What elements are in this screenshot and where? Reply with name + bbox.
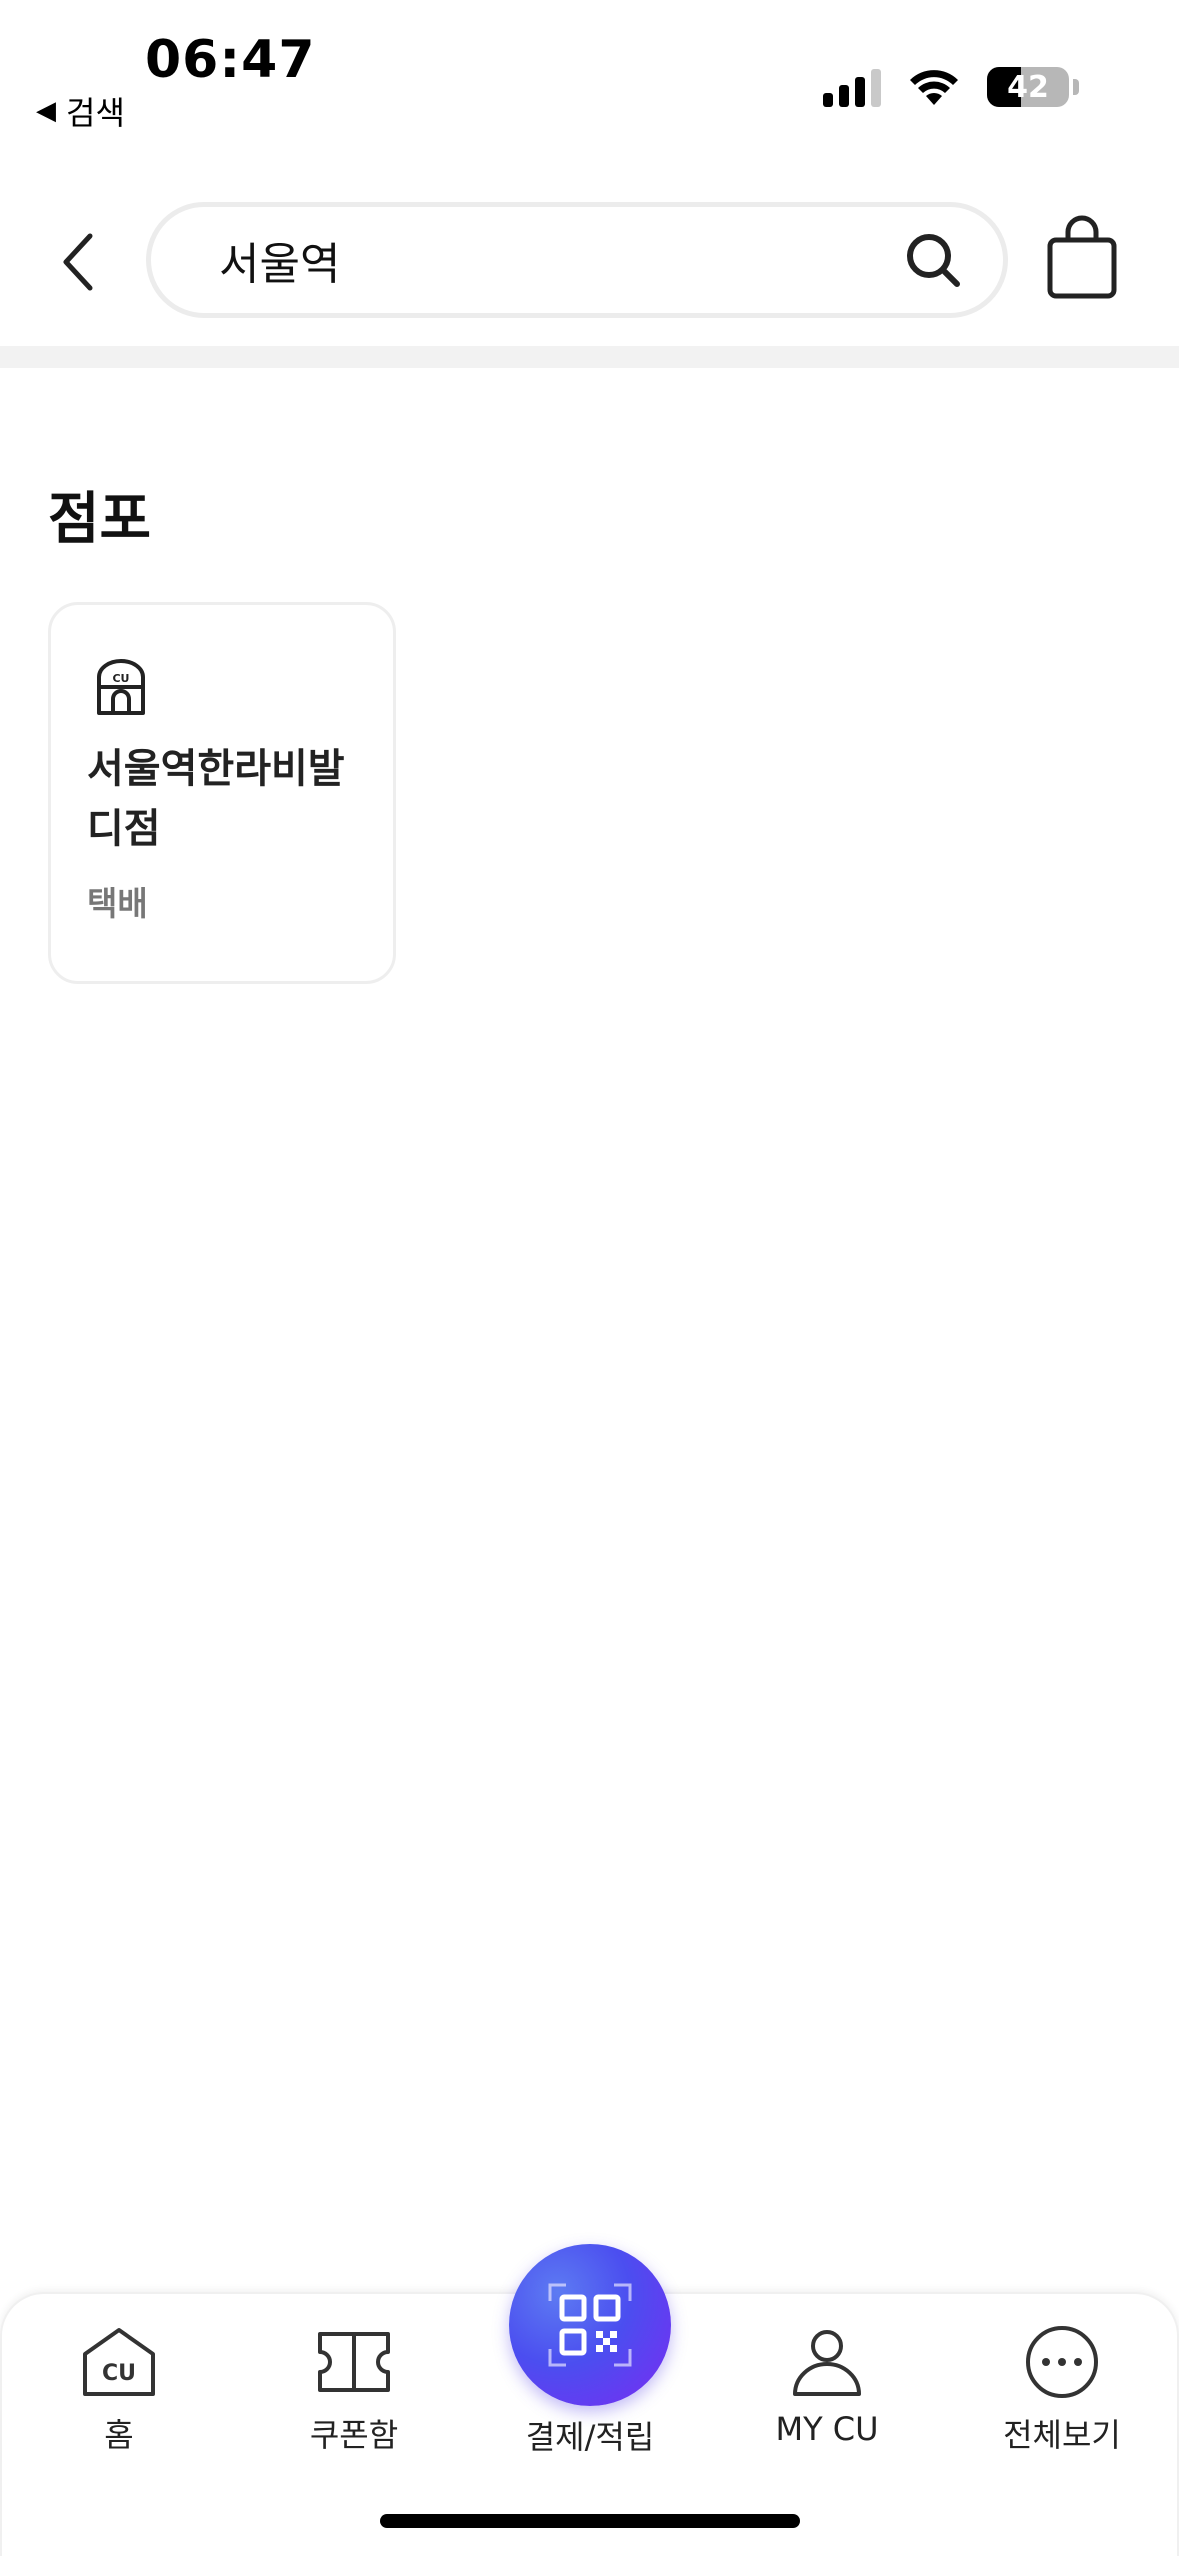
- nav-item-mycu[interactable]: MY CU: [727, 2324, 927, 2448]
- search-input-value: 서울역: [219, 239, 341, 290]
- store-tag: 택배: [87, 884, 148, 923]
- store-name: 서울역한라비발디점: [87, 746, 345, 852]
- screen: 06:47 ◀ 검색 42 서울역 점포 CU 서울역한라비발디점 택배 CU …: [0, 0, 1179, 2556]
- header-divider: [0, 346, 1179, 368]
- wifi-icon: [910, 70, 958, 105]
- status-back-link[interactable]: ◀ 검색: [36, 88, 125, 134]
- qr-code-icon: [548, 2283, 632, 2367]
- chevron-left-icon: [63, 233, 93, 291]
- cu-store-icon: CU: [97, 659, 145, 715]
- nav-label-mycu: MY CU: [775, 2410, 879, 2448]
- svg-text:CU: CU: [102, 2361, 136, 2386]
- more-dots-icon: [1026, 2326, 1098, 2398]
- nav-label-home: 홈: [104, 2416, 134, 2454]
- nav-label-coupons: 쿠폰함: [309, 2416, 399, 2454]
- search-input[interactable]: 서울역: [146, 202, 1008, 318]
- cu-home-icon: CU: [83, 2328, 155, 2396]
- svg-text:CU: CU: [112, 672, 129, 685]
- user-icon: [793, 2330, 861, 2396]
- pay-earn-button[interactable]: [509, 2244, 671, 2406]
- battery-icon: 42: [987, 67, 1069, 107]
- home-indicator: [380, 2514, 800, 2528]
- nav-label-pay: 결제/적립: [525, 2418, 655, 2456]
- store-card[interactable]: CU 서울역한라비발디점 택배: [48, 602, 396, 984]
- battery-tip: [1073, 79, 1079, 95]
- ticket-icon: [318, 2332, 390, 2392]
- status-back-label: 검색: [66, 94, 125, 132]
- nav-label-more: 전체보기: [1003, 2416, 1121, 2454]
- battery-level: 42: [1007, 69, 1049, 105]
- nav-item-coupons[interactable]: 쿠폰함: [254, 2324, 454, 2456]
- nav-item-home[interactable]: CU 홈: [19, 2324, 219, 2456]
- section-title: 점포: [48, 487, 152, 552]
- shopping-bag-icon[interactable]: [1044, 212, 1120, 302]
- back-button[interactable]: [48, 222, 108, 302]
- cellular-signal-icon: [823, 67, 881, 107]
- status-indicators: 42: [823, 62, 1079, 112]
- nav-item-more[interactable]: 전체보기: [962, 2324, 1162, 2456]
- status-time: 06:47: [145, 30, 316, 90]
- search-icon[interactable]: [903, 230, 963, 290]
- back-triangle-icon: ◀: [36, 96, 56, 126]
